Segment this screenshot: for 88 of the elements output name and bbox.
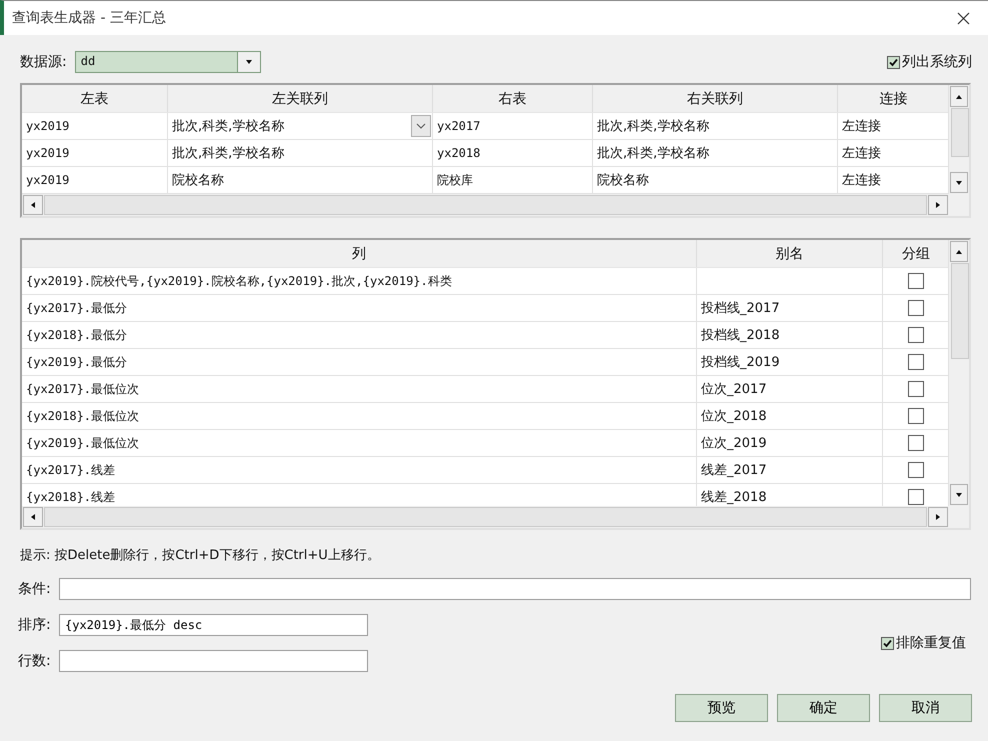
table-cell: yx2018 [433,140,593,167]
field-label: 排序: [18,616,52,634]
checkbox[interactable] [887,56,900,68]
table-cell: 左连接 [838,113,948,140]
scrollbar-thumb[interactable] [951,108,969,157]
table-cell: 投档线_2019 [697,349,883,376]
scroll-left-button[interactable] [23,195,43,215]
table-cell: 院校库 [433,167,593,194]
table-cell: 位次_2017 [697,376,883,403]
scrollbar-thumb[interactable] [44,195,927,215]
scroll-right-button[interactable] [928,507,948,527]
table-cell: 线差_2018 [697,484,883,506]
column-header[interactable]: 左关联列 [168,85,433,112]
table-cell: {yx2019}.最低位次 [22,430,697,457]
chevron-down-icon [416,123,426,129]
scroll-down-button[interactable] [950,172,968,193]
table-cell: {yx2019}.最低分 [22,349,697,376]
table-cell: yx2017 [433,113,593,140]
scroll-left-button[interactable] [23,507,43,527]
table-cell: yx2019 [22,140,168,167]
sort-field[interactable]: {yx2019}.最低分 desc [59,614,368,636]
scroll-up-button[interactable] [950,86,968,107]
table-cell: 院校名称 [593,167,838,194]
field-label: 行数: [18,652,52,670]
table-cell: {yx2018}.线差 [22,484,697,506]
table-cell: 位次_2018 [697,403,883,430]
scroll-right-button[interactable] [928,195,948,215]
checkbox[interactable] [908,354,924,370]
table-cell: {yx2018}.最低分 [22,322,697,349]
checkbox[interactable] [908,300,924,316]
table-cell: {yx2017}.最低分 [22,295,697,322]
checkbox[interactable] [908,462,924,478]
dialog-button[interactable]: 预览 [675,694,768,722]
table-cell: 位次_2019 [697,430,883,457]
triangle-right-icon [934,513,942,521]
scrollbar-thumb[interactable] [44,507,927,527]
row-count-field[interactable] [59,650,368,672]
column-header[interactable]: 列 [22,240,697,267]
table-cell: 左连接 [838,140,948,167]
table-cell: yx2019 [22,167,168,194]
close-icon [957,12,970,24]
table-cell: 线差_2017 [697,457,883,484]
checkbox[interactable] [908,489,924,505]
checkbox[interactable] [908,327,924,343]
triangle-down-icon [955,178,963,186]
table-cell: yx2019 [22,113,168,140]
triangle-up-icon [955,248,963,256]
column-header[interactable]: 左表 [22,85,168,112]
table-cell: 投档线_2018 [697,322,883,349]
table-cell: 投档线_2017 [697,295,883,322]
field-label: 数据源: [20,53,67,71]
triangle-down-icon [244,58,253,66]
checkbox[interactable] [908,408,924,424]
scroll-up-button[interactable] [950,241,968,262]
scrollbar-thumb[interactable] [951,263,969,359]
table-cell: {yx2018}.最低位次 [22,403,697,430]
checkbox-label[interactable]: 排除重复值 [896,634,966,652]
dialog-button[interactable]: 取消 [879,694,972,722]
table-cell: 左连接 [838,167,948,194]
checkbox[interactable] [908,273,924,289]
table-cell-text: 批次,科类,学校名称 [172,118,286,135]
table-cell: {yx2017}.线差 [22,457,697,484]
triangle-left-icon [29,513,37,521]
field-label: 条件: [18,580,52,598]
table-cell: 批次,科类,学校名称 [593,113,838,140]
triangle-up-icon [955,92,963,100]
column-header[interactable]: 右表 [433,85,593,112]
table-cell: 批次,科类,学校名称 [593,140,838,167]
column-header[interactable]: 右关联列 [593,85,838,112]
scroll-down-button[interactable] [950,484,968,505]
column-header[interactable]: 别名 [697,240,883,267]
table-cell: 院校名称 [168,167,433,194]
dropdown-button[interactable] [411,115,431,137]
table-cell: {yx2019}.院校代号,{yx2019}.院校名称,{yx2019}.批次,{yx2019}.科类 [22,268,697,295]
dialog-button[interactable]: 确定 [777,694,870,722]
checkbox[interactable] [881,636,894,650]
triangle-right-icon [934,201,942,209]
checkbox[interactable] [908,381,924,397]
hint-text: 提示: 按Delete删除行，按Ctrl+D下移行，按Ctrl+U上移行。 [20,547,381,564]
checkbox-label[interactable]: 列出系统列 [902,53,972,71]
table-cell: {yx2017}.最低位次 [22,376,697,403]
triangle-left-icon [29,201,37,209]
data-source-dropdown[interactable]: dd [74,51,261,73]
triangle-down-icon [955,490,963,498]
condition-field[interactable] [59,578,971,600]
window-title: 查询表生成器 - 三年汇总 [12,9,167,27]
checkbox[interactable] [908,435,924,451]
table-cell: 批次,科类,学校名称 [168,140,433,167]
